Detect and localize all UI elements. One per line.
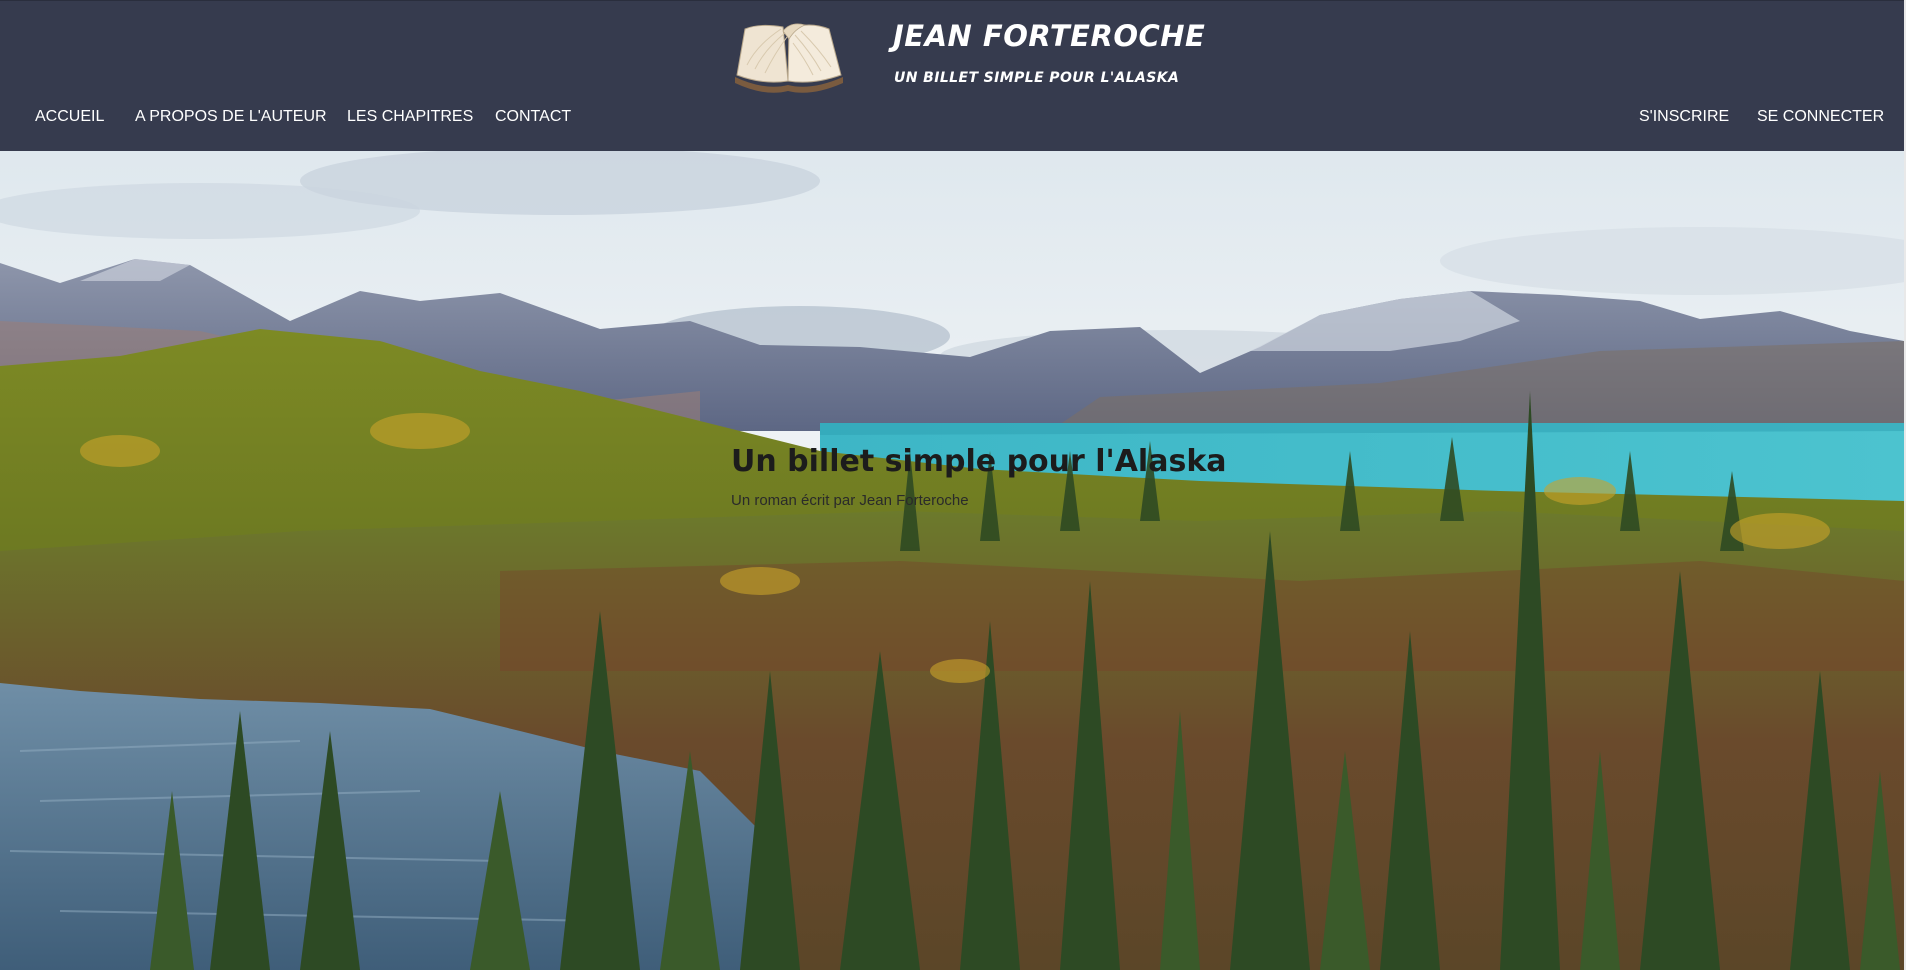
open-book-icon[interactable]	[725, 19, 851, 97]
nav-accueil[interactable]: ACCUEIL	[35, 108, 104, 126]
site-subtitle: UN BILLET SIMPLE POUR L'ALASKA	[894, 70, 1180, 86]
hero-landscape-image	[0, 151, 1904, 970]
nav-a-propos[interactable]: A PROPOS DE L'AUTEUR	[135, 108, 327, 126]
nav-inscrire[interactable]: S'INSCRIRE	[1639, 108, 1729, 126]
nav-se-connecter[interactable]: SE CONNECTER	[1757, 108, 1884, 126]
nav-chapitres[interactable]: LES CHAPITRES	[347, 108, 473, 126]
page: JEAN FORTEROCHE UN BILLET SIMPLE POUR L'…	[0, 0, 1906, 970]
hero-banner: Un billet simple pour l'Alaska Un roman …	[0, 151, 1904, 970]
site-header: JEAN FORTEROCHE UN BILLET SIMPLE POUR L'…	[0, 0, 1904, 152]
nav-contact[interactable]: CONTACT	[495, 108, 571, 126]
hero-title: Un billet simple pour l'Alaska	[731, 444, 1227, 479]
hero-subtitle: Un roman écrit par Jean Forteroche	[731, 492, 969, 509]
site-title: JEAN FORTEROCHE	[893, 19, 1206, 53]
